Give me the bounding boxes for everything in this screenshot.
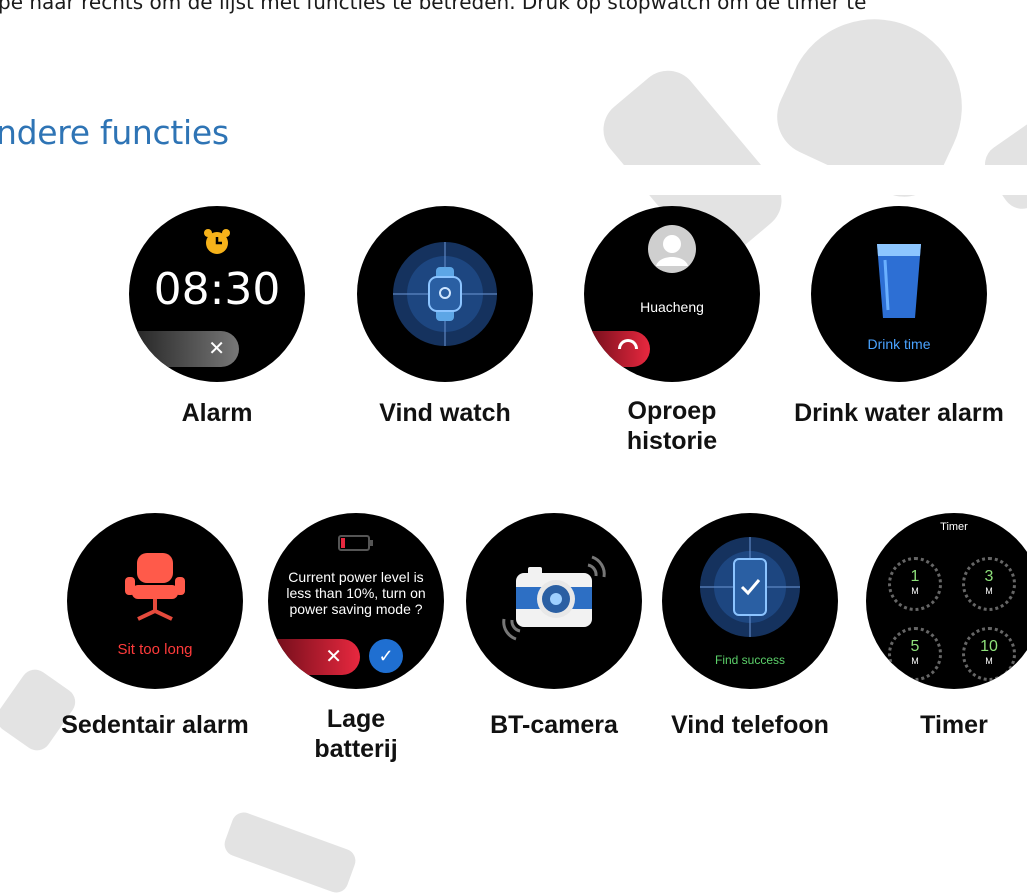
battery-icon (338, 535, 373, 551)
timer-preset-3[interactable]: 5 M (888, 627, 942, 681)
watermark-mask (600, 165, 1027, 195)
watch-low-battery: Current power level is less than 10%, tu… (268, 513, 444, 689)
caption-low-battery-1: Lage (326, 705, 386, 733)
timer-title: Timer (940, 521, 968, 533)
battery-confirm-button[interactable]: ✓ (369, 639, 403, 673)
hang-up-icon (618, 339, 638, 349)
contact-avatar-icon (648, 225, 696, 273)
watch-call-history: Huacheng (584, 206, 760, 382)
timer-preset-2[interactable]: 3 M (962, 557, 1016, 611)
timer-preset-value: 3 (984, 568, 994, 585)
timer-preset-4[interactable]: 10 M (962, 627, 1016, 681)
battery-message: Current power level is less than 10%, tu… (286, 569, 426, 617)
alarm-clock-icon (204, 229, 230, 254)
timer-preset-unit: M (911, 656, 919, 666)
watch-find-phone: Find success (662, 513, 838, 689)
alarm-dismiss-slider[interactable]: ✕ (129, 331, 239, 367)
caption-call-history-1: Oproep (627, 397, 717, 425)
caption-find-watch: Vind watch (379, 399, 511, 427)
timer-preset-unit: M (911, 586, 919, 596)
battery-decline-button[interactable]: ✕ (268, 639, 360, 675)
water-glass-icon (877, 244, 921, 318)
caption-sedentary: Sedentair alarm (61, 711, 249, 739)
timer-preset-value: 10 (980, 638, 998, 655)
camera-icon (502, 555, 606, 641)
watch-bt-camera (466, 513, 642, 689)
find-phone-label: Find success (714, 653, 786, 667)
watermark-stroke-5 (221, 809, 359, 896)
close-icon: ✕ (325, 646, 342, 668)
close-icon: ✕ (208, 338, 225, 360)
caption-alarm: Alarm (181, 399, 253, 427)
chair-icon (125, 553, 185, 621)
watch-find-watch (357, 206, 533, 382)
intro-text: pe naar rechts om de lijst met functies … (0, 0, 867, 14)
timer-preset-value: 5 (910, 638, 920, 655)
watch-radar-icon (393, 242, 497, 346)
watch-sedentary: Sit too long (67, 513, 243, 689)
caption-find-phone: Vind telefoon (671, 711, 829, 739)
phone-radar-icon (700, 537, 800, 637)
timer-preset-unit: M (985, 586, 993, 596)
watch-alarm: 08:30 ✕ (129, 206, 305, 382)
caption-low-battery-2: batterij (314, 735, 398, 763)
sedentary-label: Sit too long (117, 641, 193, 658)
timer-preset-unit: M (985, 656, 993, 666)
decline-call-button[interactable] (584, 331, 650, 367)
section-heading: ndere functies (0, 113, 229, 152)
caption-call-history-2: historie (626, 427, 718, 455)
timer-preset-1[interactable]: 1 M (888, 557, 942, 611)
caption-bt-camera: BT-camera (490, 711, 618, 739)
drink-label: Drink time (867, 336, 931, 352)
watch-timer: Timer 1 M 3 M 5 M 10 M (866, 513, 1027, 689)
caption-timer: Timer (920, 711, 988, 739)
contact-name: Huacheng (640, 299, 704, 315)
caption-drink-water: Drink water alarm (794, 399, 1004, 427)
alarm-time: 08:30 (153, 264, 281, 315)
timer-preset-value: 1 (910, 568, 920, 585)
watch-drink-water: Drink time (811, 206, 987, 382)
